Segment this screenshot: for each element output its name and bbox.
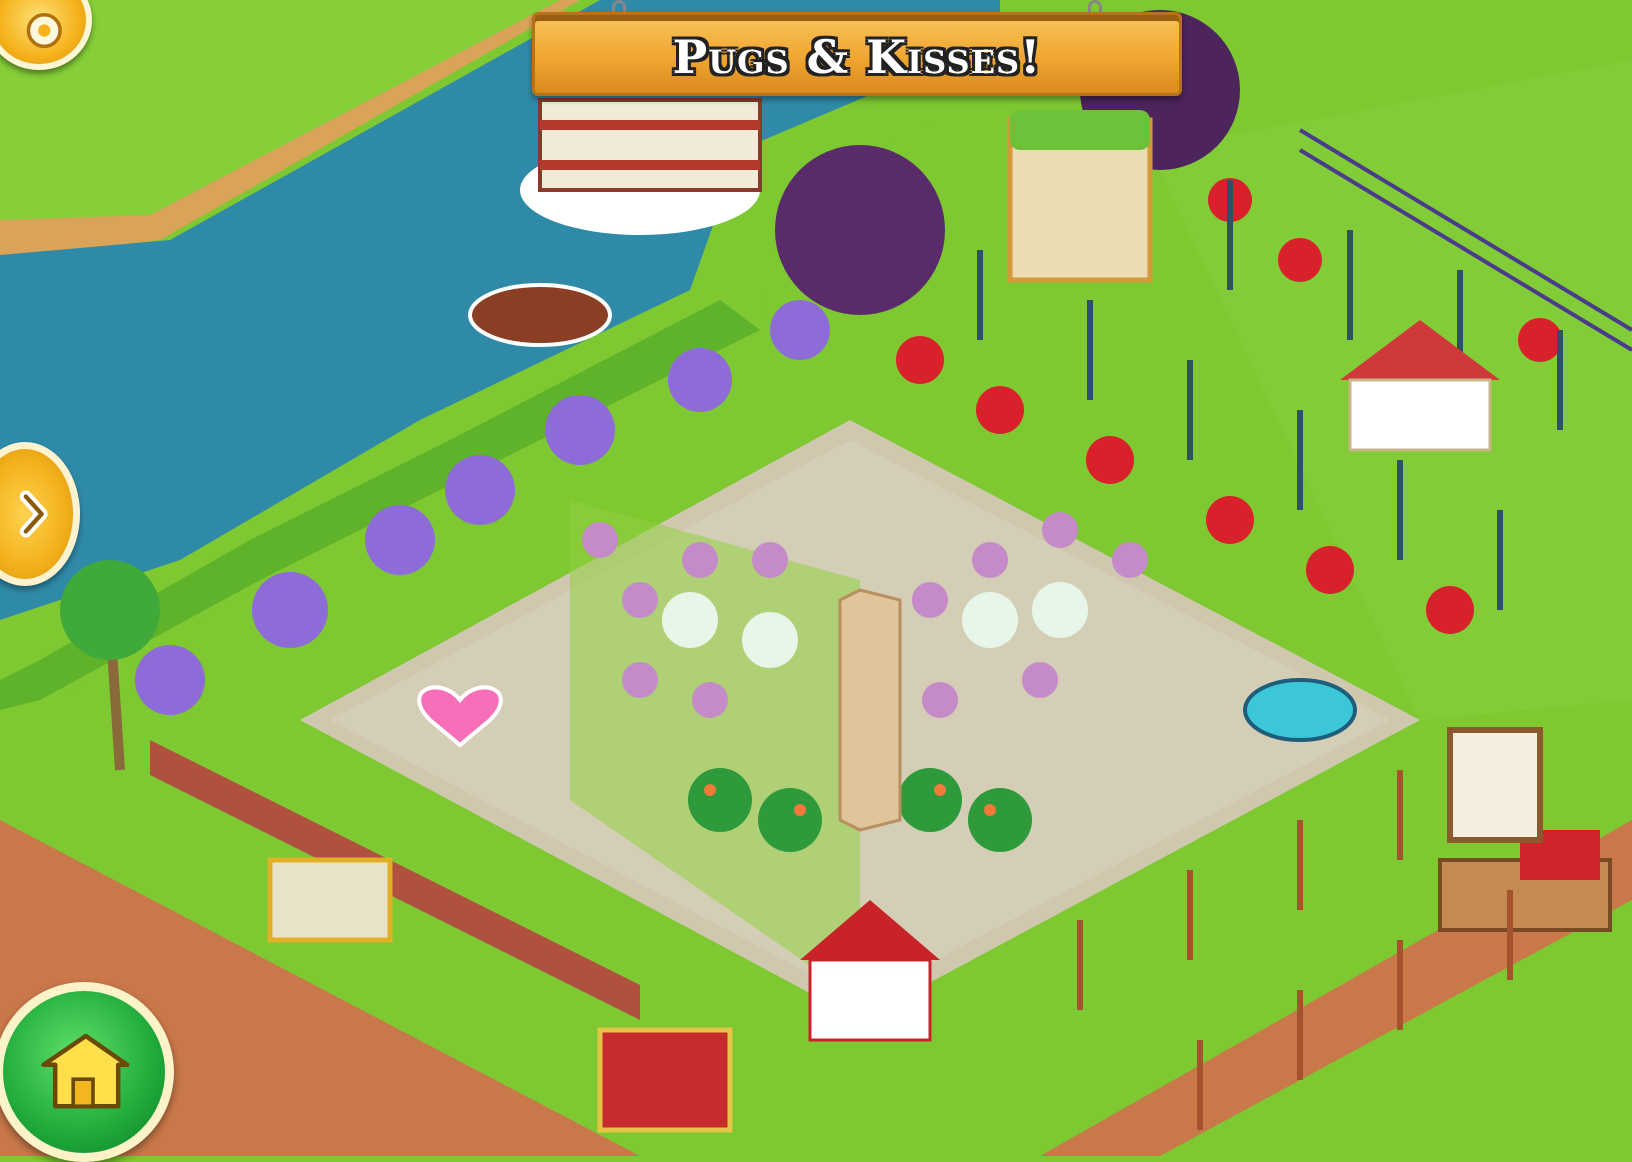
trampoline bbox=[1243, 678, 1357, 742]
order-box bbox=[597, 1027, 733, 1133]
expand-button[interactable] bbox=[0, 442, 80, 586]
gear-icon bbox=[26, 12, 62, 49]
notice-board bbox=[1447, 727, 1543, 843]
house-icon bbox=[41, 1033, 130, 1109]
farm-scene bbox=[0, 0, 1632, 1156]
billboard bbox=[267, 857, 393, 943]
banner-title: Pugs & Kisses! bbox=[672, 30, 1042, 84]
event-banner: Pugs & Kisses! bbox=[532, 0, 1182, 96]
steamboat bbox=[520, 98, 762, 235]
settings-button[interactable] bbox=[0, 0, 92, 70]
rowboat bbox=[468, 283, 612, 347]
chevron-right-icon bbox=[19, 490, 48, 538]
home-button[interactable] bbox=[0, 982, 174, 1162]
